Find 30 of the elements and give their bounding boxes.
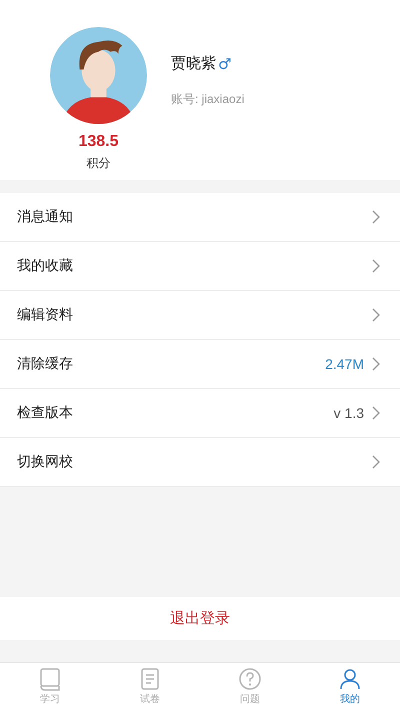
points-value: 138.5 <box>78 133 119 151</box>
menu-item[interactable]: 检查版本 v 1.3 <box>0 389 400 438</box>
menu-label: 消息通知 <box>17 208 73 226</box>
points-label: 积分 <box>86 155 110 172</box>
question-icon <box>238 667 262 691</box>
menu-item[interactable]: 清除缓存 2.47M <box>0 340 400 389</box>
person-icon <box>338 667 362 691</box>
menu-item[interactable]: 编辑资料 <box>0 291 400 340</box>
chevron-icon <box>372 357 380 371</box>
chevron-icon <box>372 406 380 420</box>
menu-item[interactable]: 切换网校 <box>0 438 400 487</box>
tab[interactable]: 我的 <box>300 663 400 710</box>
menu-label: 编辑资料 <box>17 306 73 324</box>
menu-value: v 1.3 <box>334 405 364 421</box>
gender-symbol: ♂ <box>218 54 232 72</box>
menu-label: 清除缓存 <box>17 355 73 373</box>
menu-item[interactable]: 消息通知 <box>0 193 400 242</box>
menu-value: 2.47M <box>325 356 364 372</box>
account-text: 账号: jiaxiaozi <box>171 91 244 108</box>
chevron-icon <box>372 210 380 224</box>
menu-item[interactable]: 我的收藏 <box>0 242 400 291</box>
menu-label: 检查版本 <box>17 404 73 422</box>
menu-label: 切换网校 <box>17 453 73 471</box>
user-name: 贾晓紫 <box>171 54 216 73</box>
book-icon <box>38 667 62 691</box>
chevron-icon <box>372 308 380 322</box>
menu-label: 我的收藏 <box>17 257 73 275</box>
logout-button[interactable]: 退出登录 <box>164 605 236 632</box>
chevron-icon <box>372 455 380 469</box>
chevron-icon <box>372 259 380 273</box>
